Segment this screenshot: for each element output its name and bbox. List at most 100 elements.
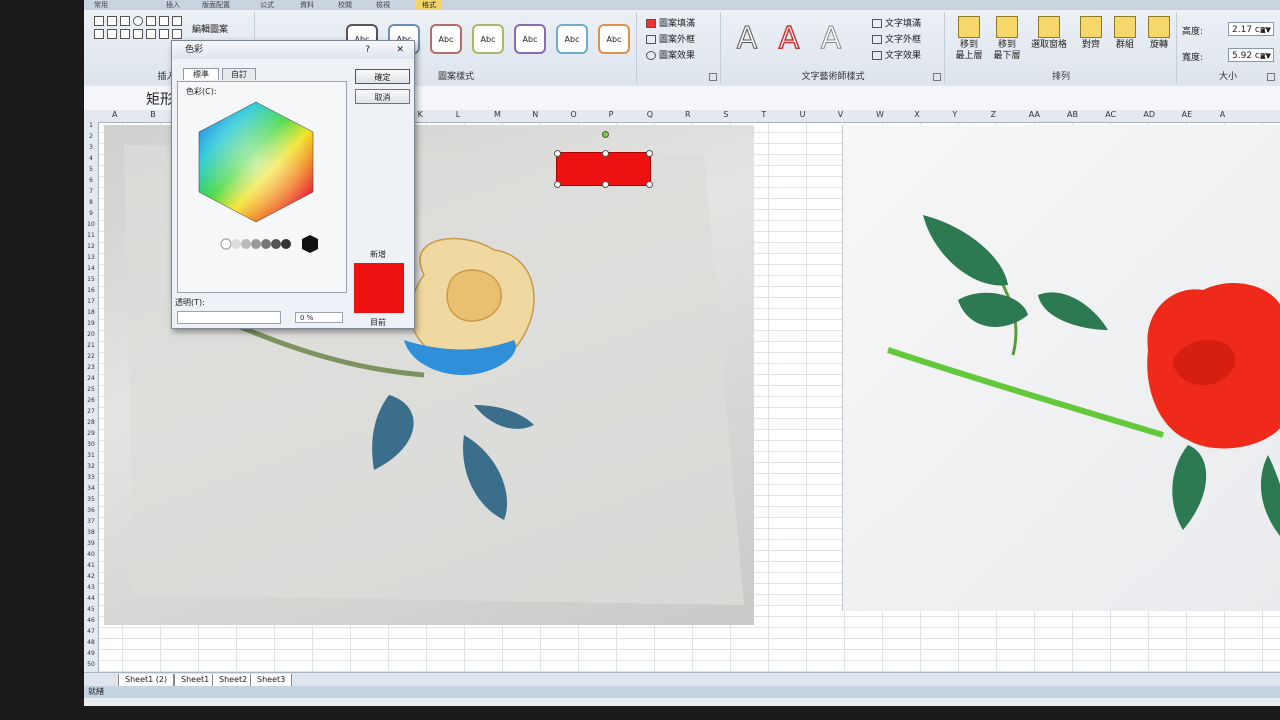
red-rose-image[interactable] (842, 125, 1280, 611)
resize-handle[interactable] (554, 181, 561, 188)
row-header[interactable]: 7 (84, 188, 98, 195)
size-launcher-icon[interactable] (1267, 73, 1275, 81)
triangle-shape-icon[interactable] (146, 16, 156, 26)
row-header[interactable]: 9 (84, 210, 98, 217)
column-header[interactable]: AC (1105, 110, 1116, 119)
row-header[interactable]: 34 (84, 485, 98, 492)
column-header[interactable]: K (418, 110, 423, 119)
row-header[interactable]: 35 (84, 496, 98, 503)
row-header[interactable]: 18 (84, 309, 98, 316)
row-header[interactable]: 31 (84, 452, 98, 459)
edit-shape-button[interactable]: 編輯圖案 (192, 22, 228, 35)
send-backward-button[interactable]: 移到 最下層 (988, 16, 1026, 62)
row-header[interactable]: 45 (84, 606, 98, 613)
name-box[interactable]: 矩形 (146, 89, 174, 109)
column-header[interactable]: AD (1143, 110, 1155, 119)
tab-review[interactable]: 校閱 (338, 0, 352, 10)
row-header[interactable]: 44 (84, 595, 98, 602)
row-header[interactable]: 3 (84, 144, 98, 151)
row-header[interactable]: 13 (84, 254, 98, 261)
column-header[interactable]: S (723, 110, 728, 119)
resize-handle[interactable] (602, 150, 609, 157)
rotate-button[interactable]: 旋轉 (1140, 16, 1178, 51)
curve-shape-icon[interactable] (107, 29, 117, 39)
row-header[interactable]: 8 (84, 199, 98, 206)
color-hexagon-picker[interactable] (178, 94, 346, 254)
column-header[interactable]: P (609, 110, 614, 119)
row-header[interactable]: 27 (84, 408, 98, 415)
pentagon-shape-icon[interactable] (159, 16, 169, 26)
row-header[interactable]: 38 (84, 529, 98, 536)
resize-handle[interactable] (646, 150, 653, 157)
column-header[interactable]: O (570, 110, 576, 119)
brace-shape-icon[interactable] (146, 29, 156, 39)
tab-custom[interactable]: 自訂 (222, 68, 256, 80)
row-header[interactable]: 4 (84, 155, 98, 162)
shape-style-5[interactable]: Abc (514, 24, 546, 54)
row-header[interactable]: 12 (84, 243, 98, 250)
column-header[interactable]: R (685, 110, 691, 119)
wordart-style-3[interactable]: A (814, 20, 848, 56)
wordart-style-2[interactable]: A (772, 20, 806, 57)
selected-red-rectangle[interactable] (554, 131, 653, 188)
rectangle-shape-icon[interactable] (94, 16, 104, 26)
column-header[interactable]: X (914, 110, 919, 119)
height-input[interactable]: 2.17 cm ▲▼ (1228, 22, 1274, 36)
column-header[interactable]: Q (647, 110, 653, 119)
column-header[interactable]: W (876, 110, 884, 119)
row-header[interactable]: 30 (84, 441, 98, 448)
row-header[interactable]: 48 (84, 639, 98, 646)
bring-forward-button[interactable]: 移到 最上層 (950, 16, 988, 62)
resize-handle[interactable] (554, 150, 561, 157)
column-header[interactable]: T (761, 110, 766, 119)
row-header[interactable]: 28 (84, 419, 98, 426)
transparency-slider[interactable] (177, 311, 281, 324)
callout-shape-icon[interactable] (133, 29, 143, 39)
column-header[interactable]: L (456, 110, 460, 119)
row-header[interactable]: 14 (84, 265, 98, 272)
row-header[interactable]: 47 (84, 628, 98, 635)
row-header[interactable]: 16 (84, 287, 98, 294)
hexagon-shape-icon[interactable] (172, 16, 182, 26)
align-button[interactable]: 對齊 (1072, 16, 1110, 51)
selection-pane-button[interactable]: 選取窗格 (1026, 16, 1072, 51)
row-header[interactable]: 37 (84, 518, 98, 525)
row-header[interactable]: 39 (84, 540, 98, 547)
shape-style-4[interactable]: Abc (472, 24, 504, 54)
shape-style-7[interactable]: Abc (598, 24, 630, 54)
row-header[interactable]: 32 (84, 463, 98, 470)
spinner-icon[interactable]: ▲▼ (1260, 23, 1271, 37)
tab-standard[interactable]: 標準 (183, 68, 219, 80)
row-header[interactable]: 49 (84, 650, 98, 657)
row-header[interactable]: 25 (84, 386, 98, 393)
more-shapes-icon[interactable] (172, 29, 182, 39)
shape-fill-button[interactable]: 圖案填滿 (646, 16, 695, 29)
column-header[interactable]: M (494, 110, 501, 119)
row-header[interactable]: 46 (84, 617, 98, 624)
wordart-style-1[interactable]: A (730, 20, 764, 56)
column-header[interactable]: V (838, 110, 843, 119)
row-header[interactable]: 41 (84, 562, 98, 569)
rotate-handle[interactable] (602, 131, 609, 138)
row-header[interactable]: 26 (84, 397, 98, 404)
ok-button[interactable]: 確定 (355, 69, 410, 84)
tab-insert[interactable]: 插入 (166, 0, 180, 10)
line-shape-icon[interactable] (107, 16, 117, 26)
column-header[interactable]: Y (952, 110, 957, 119)
row-header[interactable]: 33 (84, 474, 98, 481)
text-fill-button[interactable]: 文字填滿 (872, 16, 921, 29)
arrow-shape-icon[interactable] (120, 16, 130, 26)
row-header[interactable]: 6 (84, 177, 98, 184)
wordart-launcher-icon[interactable] (933, 73, 941, 81)
tab-data[interactable]: 資料 (300, 0, 314, 10)
row-header[interactable]: 43 (84, 584, 98, 591)
tab-format[interactable]: 格式 (416, 0, 442, 10)
column-header[interactable]: AB (1067, 110, 1078, 119)
text-effects-button[interactable]: 文字效果 (872, 48, 921, 61)
tab-formulas[interactable]: 公式 (260, 0, 274, 10)
row-header[interactable]: 29 (84, 430, 98, 437)
tab-page-layout[interactable]: 版面配置 (202, 0, 230, 10)
group-button[interactable]: 群組 (1106, 16, 1144, 51)
column-header[interactable]: U (800, 110, 806, 119)
column-header[interactable]: Z (991, 110, 996, 119)
